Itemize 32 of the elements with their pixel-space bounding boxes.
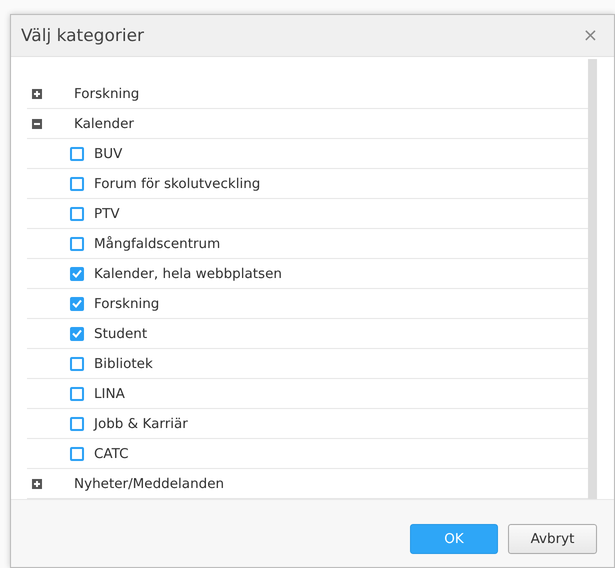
checkbox[interactable] (70, 386, 84, 400)
checkbox[interactable] (70, 446, 84, 460)
expand-icon[interactable] (32, 478, 42, 488)
category-label: Forskning (94, 296, 160, 312)
category-label: CATC (94, 446, 128, 462)
ok-button[interactable]: OK (410, 524, 498, 554)
dialog-title: Välj kategorier (21, 26, 144, 46)
category-label: Bibliotek (94, 356, 153, 372)
cancel-button[interactable]: Avbryt (508, 524, 597, 554)
checkbox[interactable] (70, 416, 84, 430)
expand-icon[interactable] (32, 88, 42, 98)
category-label: Student (94, 326, 148, 342)
category-label: Forum för skolutveckling (94, 176, 260, 192)
category-label: BUV (94, 146, 122, 162)
scrollbar[interactable] (588, 59, 597, 499)
collapse-icon[interactable] (32, 118, 42, 128)
category-label: Jobb & Karriär (94, 416, 188, 432)
checkbox[interactable] (70, 176, 84, 190)
category-label: Kalender, hela webbplatsen (94, 266, 282, 282)
category-label: PTV (94, 206, 120, 222)
checkbox[interactable] (70, 236, 84, 250)
category-label: Forskning (74, 86, 140, 102)
category-label: Kalender (74, 116, 134, 132)
category-label: Mångfaldscentrum (94, 236, 220, 252)
checkbox[interactable] (70, 326, 84, 340)
checkbox[interactable] (70, 266, 84, 280)
checkbox[interactable] (70, 356, 84, 370)
category-label: Nyheter/Meddelanden (74, 476, 224, 492)
category-label: LINA (94, 386, 125, 402)
checkbox[interactable] (70, 146, 84, 160)
checkbox[interactable] (70, 206, 84, 220)
checkbox[interactable] (70, 296, 84, 310)
